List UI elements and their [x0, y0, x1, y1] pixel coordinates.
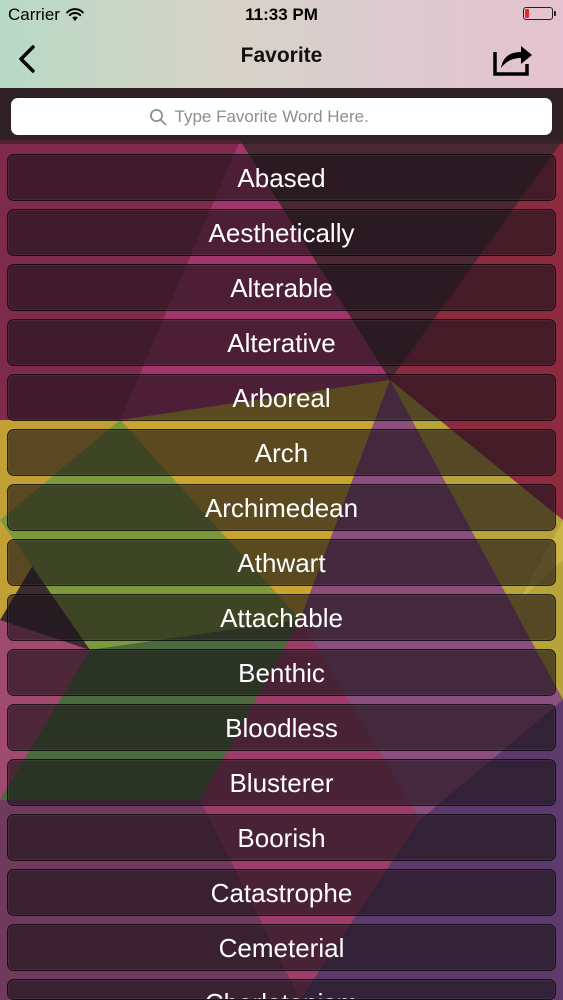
list-item[interactable]: Charlatanism	[7, 979, 556, 1000]
status-bar: Carrier 11:33 PM	[0, 0, 563, 30]
list-item[interactable]: Cemeterial	[7, 924, 556, 971]
list-item[interactable]: Aesthetically	[7, 209, 556, 256]
share-button[interactable]	[491, 38, 535, 78]
search-bar[interactable]	[11, 98, 552, 135]
list-item[interactable]: Alterable	[7, 264, 556, 311]
share-icon	[493, 46, 532, 76]
list-item[interactable]: Benthic	[7, 649, 556, 696]
search-bar-container	[0, 88, 563, 144]
list-item[interactable]: Catastrophe	[7, 869, 556, 916]
list-item[interactable]: Boorish	[7, 814, 556, 861]
list-item[interactable]: Arboreal	[7, 374, 556, 421]
list-item[interactable]: Arch	[7, 429, 556, 476]
list-item[interactable]: Athwart	[7, 539, 556, 586]
list-item[interactable]: Attachable	[7, 594, 556, 641]
search-input[interactable]	[174, 106, 415, 127]
list-item[interactable]: Bloodless	[7, 704, 556, 751]
status-time: 11:33 PM	[245, 5, 318, 24]
list-item[interactable]: Alterative	[7, 319, 556, 366]
search-icon	[149, 108, 166, 125]
list-item[interactable]: Blusterer	[7, 759, 556, 806]
battery-icon	[523, 7, 556, 20]
page-title: Favorite	[240, 44, 323, 67]
list-item[interactable]: Abased	[7, 154, 556, 201]
list-item[interactable]: Archimedean	[7, 484, 556, 531]
navigation-bar: Favorite	[0, 30, 563, 88]
battery-level-fill	[525, 9, 529, 18]
